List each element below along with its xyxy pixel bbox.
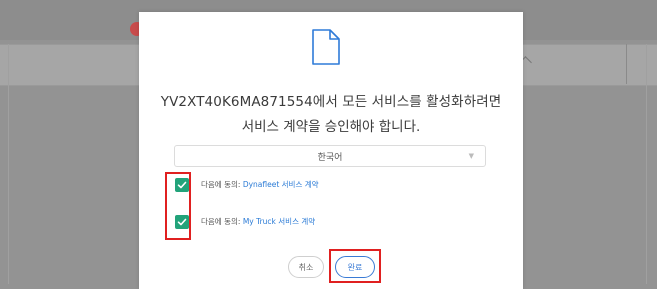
my-truck-agreement-label: 다음에 동의: My Truck 서비스 계약	[201, 216, 315, 227]
background-left-border	[8, 44, 9, 284]
language-select-value: 한국어	[317, 153, 343, 163]
message-line-1: YV2XT40K6MA871554에서 모든 서비스를 활성화하려면	[160, 94, 502, 110]
agreement-prefix: 다음에 동의:	[201, 180, 241, 189]
chevron-down-icon: ▼	[468, 152, 474, 160]
activation-message: YV2XT40K6MA871554에서 모든 서비스를 활성화하려면 서비스 계…	[139, 92, 523, 137]
done-button-highlight-box	[329, 249, 381, 283]
dynafleet-agreement-link[interactable]: Dynafleet 서비스 계약	[243, 180, 319, 189]
dynafleet-agreement-label: 다음에 동의: Dynafleet 서비스 계약	[201, 179, 319, 190]
checkbox-highlight-box	[165, 172, 191, 240]
message-line-2: 서비스 계약을 승인해야 합니다.	[241, 119, 421, 135]
agreement-prefix: 다음에 동의:	[201, 217, 241, 226]
cancel-button[interactable]: 취소	[288, 256, 324, 278]
document-icon	[312, 29, 340, 65]
my-truck-agreement-link[interactable]: My Truck 서비스 계약	[243, 217, 315, 226]
background-divider	[626, 44, 627, 84]
language-select[interactable]: 한국어 ▼	[174, 145, 486, 167]
service-agreement-dialog: YV2XT40K6MA871554에서 모든 서비스를 활성화하려면 서비스 계…	[139, 12, 523, 289]
background-right-border	[646, 44, 647, 284]
